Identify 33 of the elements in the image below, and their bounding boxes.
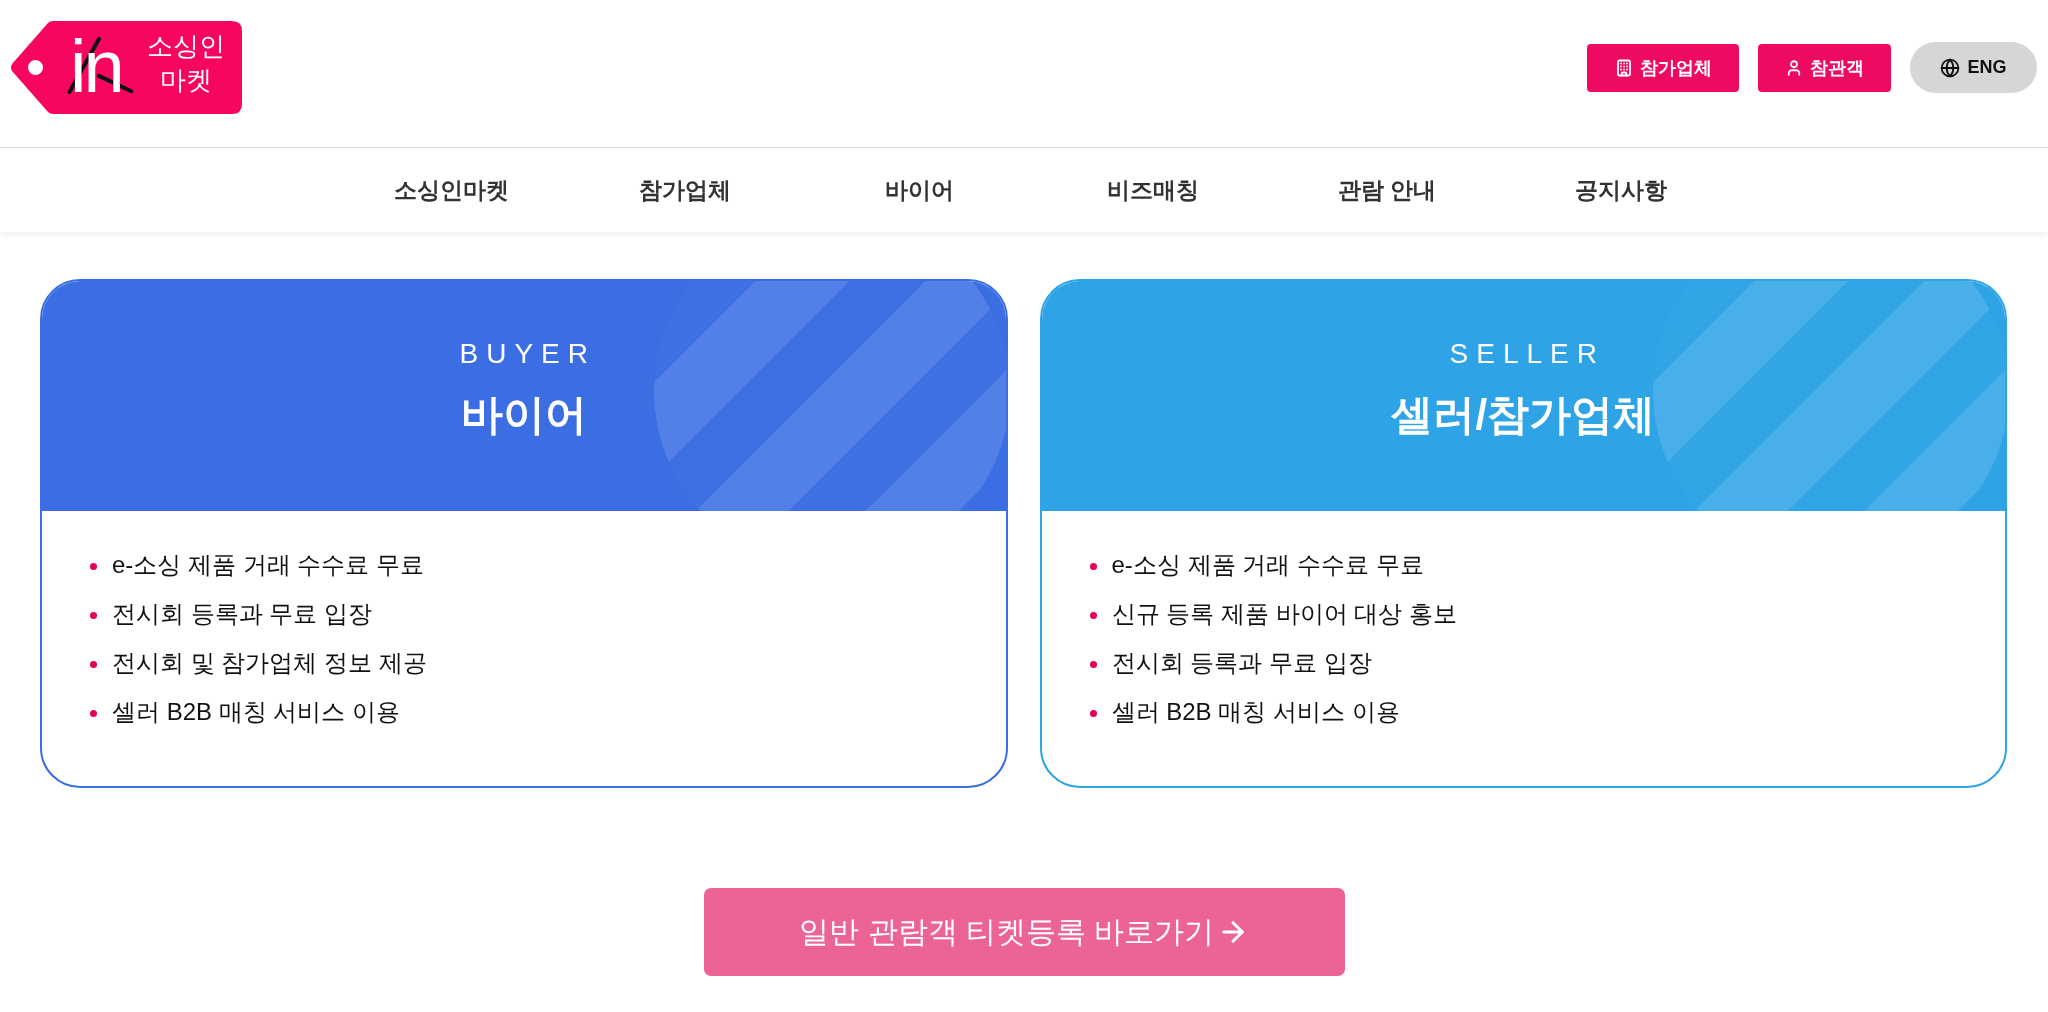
- feature-text: 전시회 등록과 무료 입장: [112, 598, 372, 629]
- nav-item[interactable]: 공지사항: [1504, 174, 1738, 206]
- feature-text: 신규 등록 제품 바이어 대상 홍보: [1111, 598, 1457, 629]
- building-icon: [1614, 58, 1633, 77]
- language-button[interactable]: ENG: [1910, 42, 2037, 93]
- logo-text: 소싱인 마켓: [146, 30, 226, 97]
- card-eyebrow: BUYER: [458, 337, 596, 371]
- card-eyebrow: SELLER: [1448, 337, 1605, 371]
- card-title: 셀러/참가업체: [1391, 390, 1656, 440]
- bullet-icon: [1089, 563, 1097, 570]
- person-icon: [1785, 58, 1803, 77]
- feature-text: 셀러 B2B 매칭 서비스 이용: [112, 696, 401, 727]
- card-title: 바이어: [460, 390, 587, 440]
- bullet-icon: [90, 563, 97, 570]
- feature-text: e-소싱 제품 거래 수수료 무료: [112, 549, 424, 580]
- header-link-button[interactable]: 참가업체: [1587, 43, 1739, 92]
- feature-text: e-소싱 제품 거래 수수료 무료: [1111, 549, 1424, 580]
- bullet-icon: [90, 710, 97, 717]
- feature-text: 셀러 B2B 매칭 서비스 이용: [1111, 696, 1400, 727]
- header-link-button[interactable]: 참관객: [1758, 43, 1891, 92]
- feature-text: 전시회 등록과 무료 입장: [1111, 647, 1372, 678]
- globe-icon: [1940, 57, 1961, 78]
- nav-item[interactable]: 소싱인마켓: [334, 174, 568, 206]
- bullet-icon: [1089, 710, 1097, 717]
- nav-item[interactable]: 참가업체: [568, 174, 802, 206]
- nav-item[interactable]: 바이어: [802, 174, 1036, 206]
- bullet-icon: [90, 612, 97, 619]
- nav-item[interactable]: 관람 안내: [1270, 174, 1504, 206]
- bullet-icon: [90, 661, 97, 668]
- feature-text: 전시회 및 참가업체 정보 제공: [112, 647, 427, 678]
- nav-item[interactable]: 비즈매칭: [1036, 174, 1270, 206]
- bullet-icon: [1089, 612, 1097, 619]
- bullet-icon: [1089, 661, 1097, 668]
